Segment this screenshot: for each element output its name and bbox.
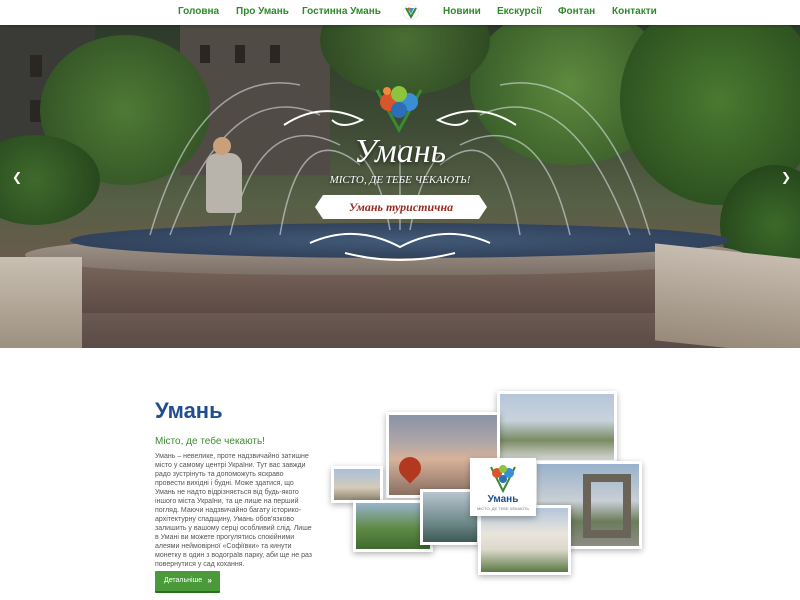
nav-item-hospitality[interactable]: Гостинна Умань (302, 6, 381, 17)
chevron-right-icon[interactable]: ❯ (781, 170, 791, 184)
nav-item-excursions[interactable]: Екскурсії (497, 6, 542, 17)
nav-item-fountain[interactable]: Фонтан (558, 6, 595, 17)
nav-item-news[interactable]: Новини (443, 6, 481, 17)
logo-card-name: Умань (487, 494, 519, 505)
uman-tree-logo-icon[interactable] (403, 4, 419, 20)
about-description: Умань – невелике, проте надзвичайно зати… (155, 453, 312, 568)
uman-logo-card: Умань МІСТО, ДЕ ТЕБЕ ЧЕКАЮТЬ (470, 458, 536, 516)
about-subtitle: Місто, де тебе чекають! (155, 436, 265, 447)
logo-card-tagline: МІСТО, ДЕ ТЕБЕ ЧЕКАЮТЬ (476, 506, 530, 511)
top-navigation: Головна Про Умань Гостинна Умань Новини … (0, 0, 800, 25)
details-button-label: Детальніше (164, 577, 203, 584)
uman-tree-logo-icon (490, 465, 516, 493)
about-title: Умань (155, 398, 223, 423)
hero-title: Умань (353, 133, 447, 170)
details-button[interactable]: Детальніше » (155, 571, 220, 591)
stone-wall-right (655, 243, 800, 348)
heart-sculpture (394, 452, 426, 484)
hero-ribbon-button[interactable]: Умань туристична (315, 195, 487, 219)
photo-buildings[interactable] (331, 466, 383, 503)
hero-subtitle: МІСТО, ДЕ ТЕБЕ ЧЕКАЮТЬ! (329, 174, 471, 186)
person-head (213, 137, 231, 155)
nav-item-home[interactable]: Головна (178, 6, 219, 17)
stone-arch-frame (583, 474, 631, 538)
nav-item-contacts[interactable]: Контакти (612, 6, 657, 17)
decorative-flourish-bottom (309, 233, 491, 261)
stone-wall-left (0, 257, 82, 348)
photo-city-square[interactable] (497, 391, 617, 463)
decorative-flourish-top (283, 110, 517, 126)
hero-slider: ❮ ❯ Умань МІСТО, ДЕ ТЕБЕ ЧЕКАЮТЬ! Умань … (0, 25, 800, 348)
double-chevron-right-icon: » (207, 576, 212, 585)
chevron-left-icon[interactable]: ❮ (12, 170, 22, 184)
person-figure (206, 153, 242, 213)
nav-item-about[interactable]: Про Умань (236, 6, 289, 17)
